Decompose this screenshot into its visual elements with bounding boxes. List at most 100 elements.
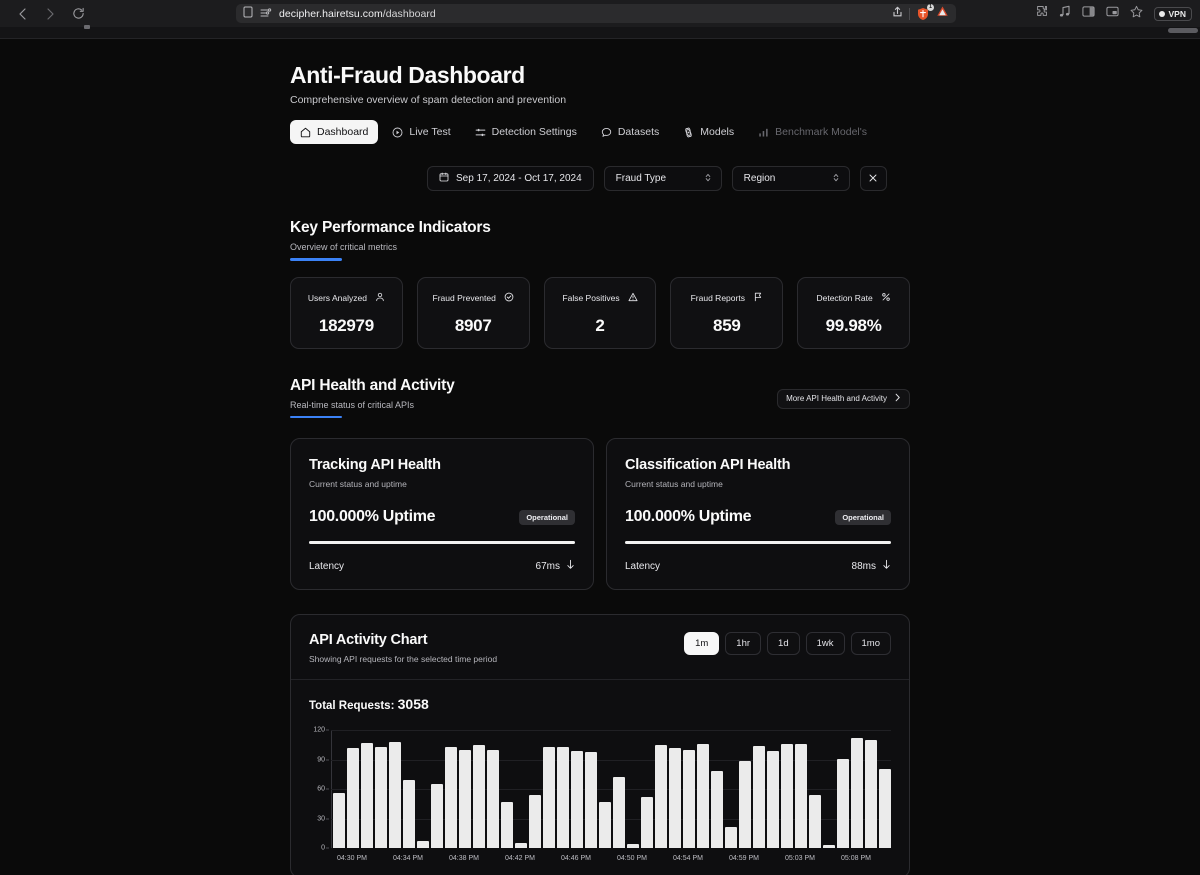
chart-bar[interactable] xyxy=(641,796,653,848)
range-button-1d[interactable]: 1d xyxy=(767,632,800,655)
close-x-icon xyxy=(868,170,878,188)
total-requests-label: Total Requests: xyxy=(309,700,395,712)
chart-bar[interactable] xyxy=(837,758,849,848)
chart-y-tick xyxy=(326,729,329,731)
range-button-1mo[interactable]: 1mo xyxy=(850,632,891,655)
tab-label: Models xyxy=(700,126,735,138)
chart-bar[interactable] xyxy=(487,749,499,848)
chart-bar[interactable] xyxy=(599,801,611,848)
chart-bar[interactable] xyxy=(473,744,485,848)
favorites-star-icon[interactable] xyxy=(1130,5,1143,23)
fraud-type-select[interactable]: Fraud Type xyxy=(603,166,722,191)
tab-models[interactable]: Models xyxy=(673,120,744,144)
kpi-card-fraud-reports: Fraud Reports 859 xyxy=(670,276,784,349)
chart-bar[interactable] xyxy=(347,747,359,848)
chart-bar[interactable] xyxy=(851,737,863,848)
music-note-icon[interactable] xyxy=(1059,5,1071,23)
latency-label: Latency xyxy=(625,560,661,572)
chart-bar[interactable] xyxy=(781,743,793,848)
chart-bar[interactable] xyxy=(375,746,387,848)
picture-in-picture-icon[interactable] xyxy=(1105,5,1119,23)
site-settings-icon[interactable] xyxy=(260,5,272,23)
chart-bar[interactable] xyxy=(753,745,765,848)
kpi-card-detection-rate: Detection Rate 99.98% xyxy=(797,276,910,349)
share-icon[interactable] xyxy=(892,5,903,23)
sidebar-toggle-icon[interactable] xyxy=(1081,5,1095,23)
chart-bar[interactable] xyxy=(431,784,443,848)
chart-bar[interactable] xyxy=(767,750,779,848)
chart-bar[interactable] xyxy=(879,769,891,848)
kpi-header: Users Analyzed xyxy=(303,289,390,307)
chart-bar[interactable] xyxy=(585,751,597,848)
chart-bar[interactable] xyxy=(403,780,415,848)
range-button-1hr[interactable]: 1hr xyxy=(725,632,762,655)
clear-filters-button[interactable] xyxy=(859,166,887,191)
chart-bar[interactable] xyxy=(515,843,527,848)
kpi-card-false-positives: False Positives 2 xyxy=(543,276,657,349)
chart-bar[interactable] xyxy=(739,761,751,848)
chart-bar[interactable] xyxy=(333,792,345,848)
chart-heading-group: API Activity Chart Showing API requests … xyxy=(309,632,497,664)
chart-bar[interactable] xyxy=(655,744,667,848)
kpi-section-subtitle: Overview of critical metrics xyxy=(290,242,398,252)
chart-bar[interactable] xyxy=(557,746,569,848)
chart-bar[interactable] xyxy=(683,749,695,848)
chart-bar[interactable] xyxy=(445,746,457,848)
chart-bar[interactable] xyxy=(669,747,681,848)
home-icon xyxy=(300,127,311,138)
chart-bar[interactable] xyxy=(571,750,583,848)
page-scrollbar-thumb[interactable] xyxy=(1168,28,1198,33)
chart-bar[interactable] xyxy=(417,841,429,848)
kpi-value: 182979 xyxy=(318,315,374,335)
chart-y-tick-label: 0 xyxy=(321,844,325,852)
tab-benchmark-models[interactable]: Benchmark Model's xyxy=(748,120,877,144)
tab-datasets[interactable]: Datasets xyxy=(591,120,669,144)
filter-bar: Sep 17, 2024 - Oct 17, 2024 Fraud Type R… xyxy=(290,166,910,191)
card-subtitle: Current status and uptime xyxy=(309,479,407,489)
region-select[interactable]: Region xyxy=(731,166,850,191)
latency-label: Latency xyxy=(309,560,345,572)
back-chevron-icon[interactable] xyxy=(14,6,30,22)
date-range-picker[interactable]: Sep 17, 2024 - Oct 17, 2024 xyxy=(427,166,594,191)
chart-y-tick-label: 120 xyxy=(313,726,325,734)
chart-bar[interactable] xyxy=(627,844,639,848)
chart-bar[interactable] xyxy=(361,742,373,848)
range-button-1m[interactable]: 1m xyxy=(684,632,720,655)
address-bar[interactable]: decipher.hairetsu.com/dashboard 1 xyxy=(236,3,956,23)
chart-bar[interactable] xyxy=(501,801,513,848)
chart-bar[interactable] xyxy=(389,741,401,848)
chart-bar[interactable] xyxy=(543,746,555,848)
chart-bar[interactable] xyxy=(697,743,709,848)
chart-bar[interactable] xyxy=(459,749,471,848)
kpi-header: Detection Rate xyxy=(810,289,897,307)
reload-icon[interactable] xyxy=(70,6,86,22)
chart-bar[interactable] xyxy=(711,771,723,848)
chart-bar[interactable] xyxy=(529,794,541,848)
chart-bar[interactable] xyxy=(823,845,835,848)
puzzle-extension-icon[interactable] xyxy=(1035,5,1048,23)
tab-dashboard[interactable]: Dashboard xyxy=(290,120,379,144)
kpi-value: 8907 xyxy=(454,315,492,335)
tab-live-test[interactable]: Live Test xyxy=(382,120,460,144)
shield-icon[interactable]: 1 xyxy=(916,3,934,21)
chart-bar[interactable] xyxy=(725,827,737,848)
vpn-status-button[interactable]: VPN xyxy=(1153,6,1192,21)
more-api-health-button[interactable]: More API Health and Activity xyxy=(777,388,910,409)
chart-bar[interactable] xyxy=(865,739,877,848)
reader-mode-icon[interactable] xyxy=(243,5,253,23)
forward-chevron-icon[interactable] xyxy=(42,6,58,22)
tab-detection-settings[interactable]: Detection Settings xyxy=(465,120,587,144)
alert-triangle-icon xyxy=(628,289,638,307)
chart-bar[interactable] xyxy=(795,743,807,848)
chart-x-tick-label: 04:54 PM xyxy=(673,855,703,862)
chevron-updown-icon xyxy=(832,172,840,186)
warning-triangle-icon[interactable] xyxy=(936,5,949,23)
chart-card-header: API Activity Chart Showing API requests … xyxy=(291,615,909,680)
browser-nav-buttons xyxy=(10,6,86,22)
chart-bar[interactable] xyxy=(613,777,625,848)
kpi-label: Fraud Reports xyxy=(690,292,745,303)
chart-bar[interactable] xyxy=(809,794,821,848)
chart-x-tick-label: 04:50 PM xyxy=(617,855,647,862)
kpi-header: Fraud Prevented xyxy=(430,289,517,307)
range-button-1wk[interactable]: 1wk xyxy=(805,632,845,655)
